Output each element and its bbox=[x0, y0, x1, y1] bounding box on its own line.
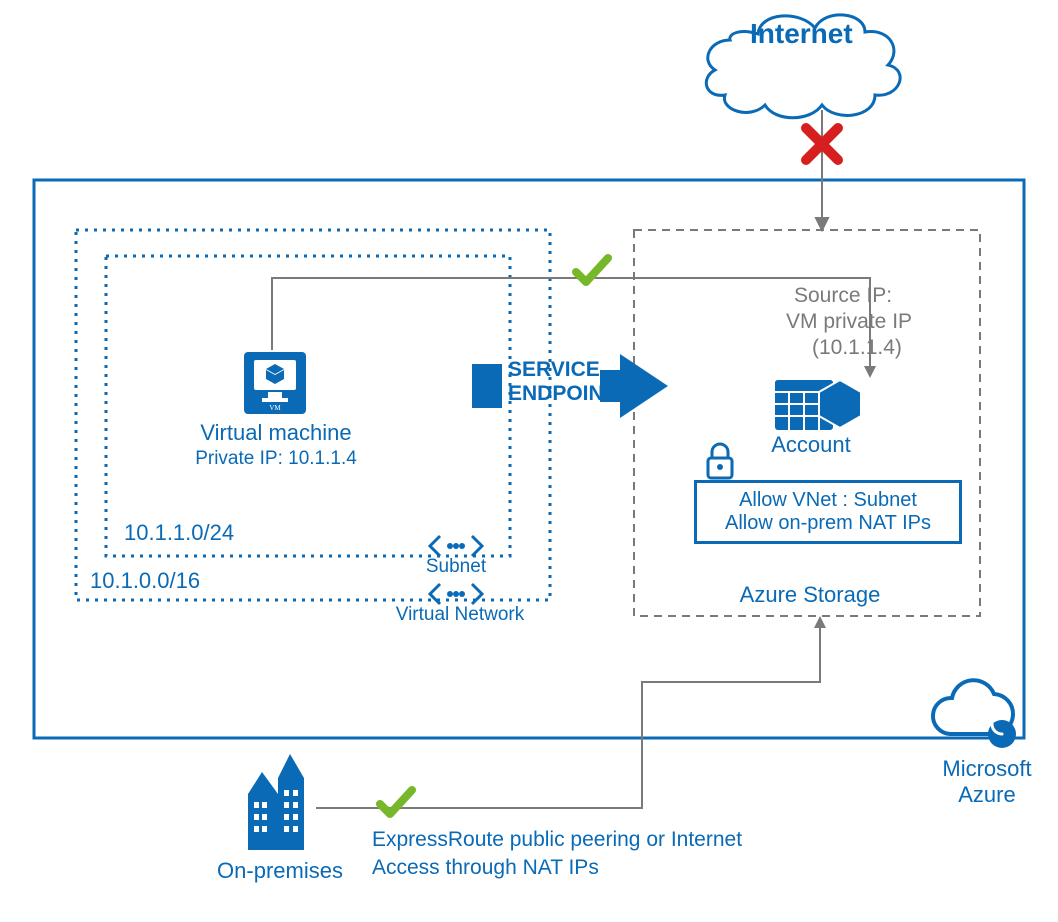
subnet-badge: Subnet bbox=[410, 556, 502, 578]
vm-private-ip: Private IP: 10.1.1.4 bbox=[166, 448, 386, 470]
vnet-cidr: 10.1.0.0/16 bbox=[90, 568, 200, 594]
source-ip-line1: Source IP: bbox=[794, 284, 892, 308]
storage-rule-2: Allow on-prem NAT IPs bbox=[707, 512, 949, 535]
onprem-label: On-premises bbox=[210, 858, 350, 884]
vnet-badge: Virtual Network bbox=[380, 604, 540, 626]
storage-rule-1: Allow VNet : Subnet bbox=[707, 489, 949, 512]
azure-storage-title: Azure Storage bbox=[700, 582, 920, 608]
subnet-cidr: 10.1.1.0/24 bbox=[124, 520, 234, 546]
storage-account-label: Account bbox=[746, 432, 876, 458]
azure-label-2: Azure bbox=[932, 782, 1042, 808]
source-ip-line2: VM private IP bbox=[786, 310, 912, 334]
svg-text:VM: VM bbox=[269, 404, 281, 412]
source-ip-line3: (10.1.1.4) bbox=[812, 336, 902, 360]
storage-rules-box: Allow VNet : Subnet Allow on-prem NAT IP… bbox=[694, 480, 962, 544]
azure-label-1: Microsoft bbox=[932, 756, 1042, 782]
vm-title: Virtual machine bbox=[166, 420, 386, 446]
service-endpoint-label-2: ENDPOINT bbox=[508, 382, 617, 406]
onprem-route-2: Access through NAT IPs bbox=[372, 856, 599, 880]
service-endpoint-label-1: SERVICE bbox=[508, 358, 600, 382]
diagram-canvas: VM bbox=[0, 0, 1058, 922]
onprem-route-1: ExpressRoute public peering or Internet bbox=[372, 828, 742, 852]
internet-label: Internet bbox=[750, 18, 853, 50]
